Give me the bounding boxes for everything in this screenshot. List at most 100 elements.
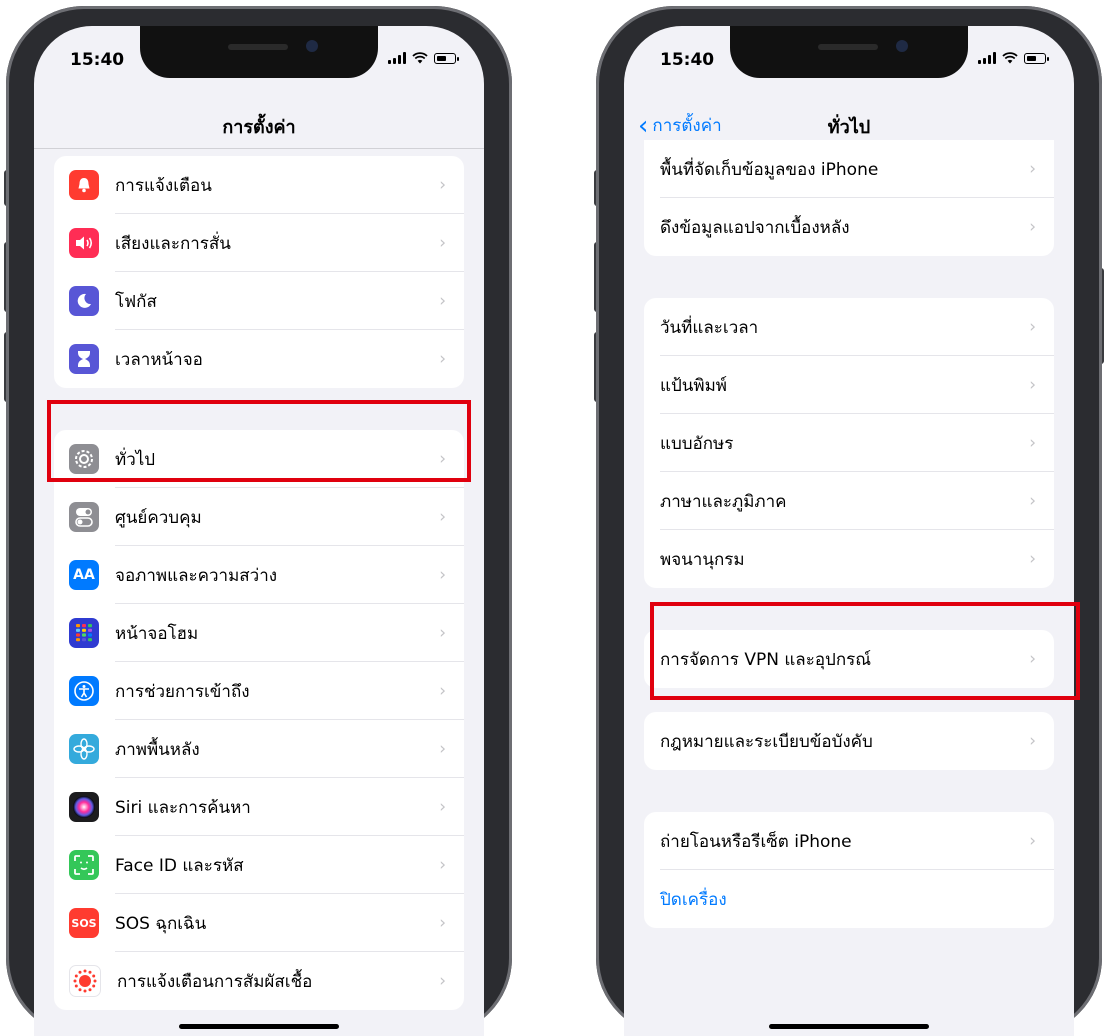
notch [140,26,378,78]
chevron-right-icon: › [1029,159,1036,179]
settings-group: ทั่วไป › ศูนย์ควบคุม › AA จอภาพและความสว่าง › ห… [54,430,464,1010]
sos-icon: SOS [69,908,99,938]
row-label: โฟกัส [115,291,157,312]
row-label: วันที่และเวลา [660,317,759,338]
settings-row-item-0-1[interactable]: ดึงข้อมูลแอปจากเบื้องหลัง › [644,198,1054,256]
settings-row-item-0-0[interactable]: พื้นที่จัดเก็บข้อมูลของ iPhone › [644,140,1054,198]
signal-icon [388,52,406,64]
left-screen: 15:40 การตั้งค่า การแจ้งเตือน › เสียงและกา… [34,26,484,1036]
exposure-icon [69,965,101,997]
chevron-right-icon: › [439,739,446,759]
settings-group: กฎหมายและระเบียบข้อบังคับ › [644,712,1054,770]
toggle-icon [69,502,99,532]
moon-icon [69,286,99,316]
settings-row-speaker-0-1[interactable]: เสียงและการสั่น › [54,214,464,272]
settings-row-text-size-1-2[interactable]: AA จอภาพและความสว่าง › [54,546,464,604]
home-indicator[interactable] [769,1024,929,1029]
battery-icon [434,52,459,64]
status-icons [978,52,1049,64]
bell-icon [69,170,99,200]
right-screen: 15:40 ‹ การตั้งค่า ทั่วไป พื้นที่จัดเก็บ… [624,26,1074,1036]
chevron-right-icon: › [439,175,446,195]
row-label: การแจ้งเตือนการสัมผัสเชื้อ [117,971,313,992]
row-label: Siri และการค้นหา [115,797,251,818]
chevron-right-icon: › [439,971,446,991]
settings-group: พื้นที่จัดเก็บข้อมูลของ iPhone › ดึงข้อมูล… [644,140,1054,256]
settings-row-bell-0-0[interactable]: การแจ้งเตือน › [54,156,464,214]
settings-row-item-1-3[interactable]: ภาษาและภูมิภาค › [644,472,1054,530]
chevron-right-icon: › [439,507,446,527]
chevron-right-icon: › [1029,731,1036,751]
row-label: เวลาหน้าจอ [115,349,203,370]
chevron-right-icon: › [439,233,446,253]
settings-row-sos-1-8[interactable]: SOS SOS ฉุกเฉิน › [54,894,464,952]
settings-row-exposure-1-9[interactable]: การแจ้งเตือนการสัมผัสเชื้อ › [54,952,464,1010]
chevron-right-icon: › [439,349,446,369]
settings-row-accessibility-1-4[interactable]: การช่วยการเข้าถึง › [54,662,464,720]
row-label: ภาษาและภูมิภาค [660,491,787,512]
settings-row-flower-1-5[interactable]: ภาพพื้นหลัง › [54,720,464,778]
flower-icon [69,734,99,764]
settings-row-item-4-1[interactable]: ปิดเครื่อง [644,870,1054,928]
row-label: พื้นที่จัดเก็บข้อมูลของ iPhone [660,159,879,180]
chevron-right-icon: › [1029,491,1036,511]
chevron-right-icon: › [439,913,446,933]
row-label: แบบอักษร [660,433,734,454]
chevron-right-icon: › [439,681,446,701]
settings-row-item-4-0[interactable]: ถ่ายโอนหรือรีเซ็ต iPhone › [644,812,1054,870]
wifi-icon [412,52,428,64]
notch [730,26,968,78]
page-title: ทั่วไป [827,117,871,138]
settings-row-item-3-0[interactable]: กฎหมายและระเบียบข้อบังคับ › [644,712,1054,770]
settings-row-face-id-1-7[interactable]: Face ID และรหัส › [54,836,464,894]
settings-row-item-1-4[interactable]: พจนานุกรม › [644,530,1054,588]
row-label: การช่วยการเข้าถึง [115,681,250,702]
settings-row-grid-1-3[interactable]: หน้าจอโฮม › [54,604,464,662]
row-label: ภาพพื้นหลัง [115,739,200,760]
settings-row-hourglass-0-3[interactable]: เวลาหน้าจอ › [54,330,464,388]
hourglass-icon [69,344,99,374]
settings-row-siri-1-6[interactable]: Siri และการค้นหา › [54,778,464,836]
row-label: SOS ฉุกเฉิน [115,913,207,934]
row-label: เสียงและการสั่น [115,233,231,254]
row-label: Face ID และรหัส [115,855,244,876]
chevron-right-icon: › [439,565,446,585]
chevron-right-icon: › [439,623,446,643]
right-phone: 15:40 ‹ การตั้งค่า ทั่วไป พื้นที่จัดเก็บ… [594,6,1104,1036]
settings-row-toggle-1-1[interactable]: ศูนย์ควบคุม › [54,488,464,546]
row-label: พจนานุกรม [660,549,745,570]
home-indicator[interactable] [179,1024,339,1029]
chevron-right-icon: › [439,797,446,817]
row-label: กฎหมายและระเบียบข้อบังคับ [660,731,873,752]
settings-row-item-1-0[interactable]: วันที่และเวลา › [644,298,1054,356]
row-label: การแจ้งเตือน [115,175,212,196]
chevron-right-icon: › [1029,549,1036,569]
siri-icon [69,792,99,822]
nav-bar: การตั้งค่า [34,98,484,149]
chevron-right-icon: › [439,291,446,311]
status-icons [388,52,459,64]
row-label: ศูนย์ควบคุม [115,507,202,528]
settings-group: ถ่ายโอนหรือรีเซ็ต iPhone › ปิดเครื่อง [644,812,1054,928]
status-time: 15:40 [70,50,125,70]
speaker-icon [69,228,99,258]
chevron-right-icon: › [1029,433,1036,453]
settings-group: การแจ้งเตือน › เสียงและการสั่น › โฟกัส › เวลาห… [54,156,464,388]
settings-group: วันที่และเวลา › แป้นพิมพ์ › แบบอักษร › ภาษาและ… [644,298,1054,588]
settings-row-moon-0-2[interactable]: โฟกัส › [54,272,464,330]
highlight-general [47,400,471,482]
chevron-right-icon: › [1029,831,1036,851]
settings-row-item-1-2[interactable]: แบบอักษร › [644,414,1054,472]
battery-icon [1024,52,1049,64]
settings-row-item-1-1[interactable]: แป้นพิมพ์ › [644,356,1054,414]
row-label: จอภาพและความสว่าง [115,565,278,586]
chevron-right-icon: › [439,855,446,875]
left-phone: 15:40 การตั้งค่า การแจ้งเตือน › เสียงและกา… [4,6,512,1036]
face-id-icon [69,850,99,880]
accessibility-icon [69,676,99,706]
row-label: ถ่ายโอนหรือรีเซ็ต iPhone [660,831,852,852]
text-size-icon: AA [69,560,99,590]
grid-icon [69,618,99,648]
chevron-right-icon: › [1029,375,1036,395]
row-label: ปิดเครื่อง [660,889,727,910]
